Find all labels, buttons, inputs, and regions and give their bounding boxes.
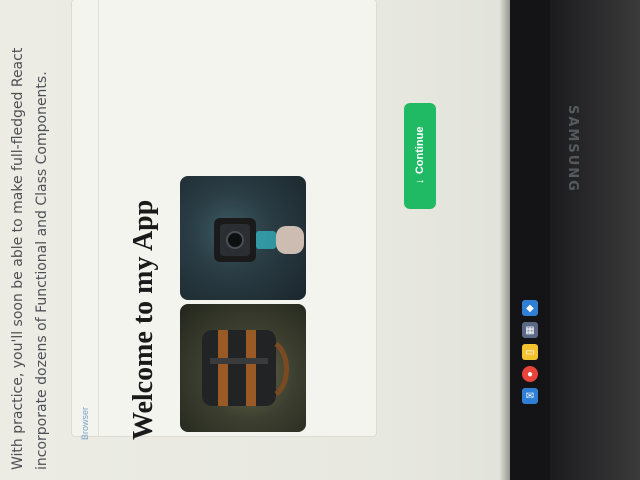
mail-icon[interactable]: ✉ [522, 388, 538, 404]
calculator-icon[interactable]: ▦ [522, 322, 538, 338]
continue-button[interactable]: ↓ Continue [404, 103, 436, 209]
chrome-icon[interactable]: ● [522, 366, 538, 382]
backpack-icon [202, 330, 289, 406]
app-title: Welcome to my App [128, 199, 159, 440]
monitor-brand-label: SAMSUNG [565, 105, 580, 193]
file-explorer-icon[interactable]: ▭ [522, 344, 538, 360]
action-camera-icon [214, 218, 304, 262]
backpack-image [180, 304, 306, 432]
camera-image [180, 176, 306, 300]
monitor-bezel [550, 0, 640, 480]
taskbar: ◆ ▦ ▭ ● ✉ [518, 300, 542, 480]
panel-divider [98, 0, 99, 436]
continue-label: Continue [414, 127, 426, 176]
intro-text: With practice, you'll soon be able to ma… [10, 47, 50, 470]
arrow-down-icon: ↓ [414, 179, 426, 185]
vscode-icon[interactable]: ◆ [522, 300, 538, 316]
browser-label: Browser [80, 406, 90, 440]
